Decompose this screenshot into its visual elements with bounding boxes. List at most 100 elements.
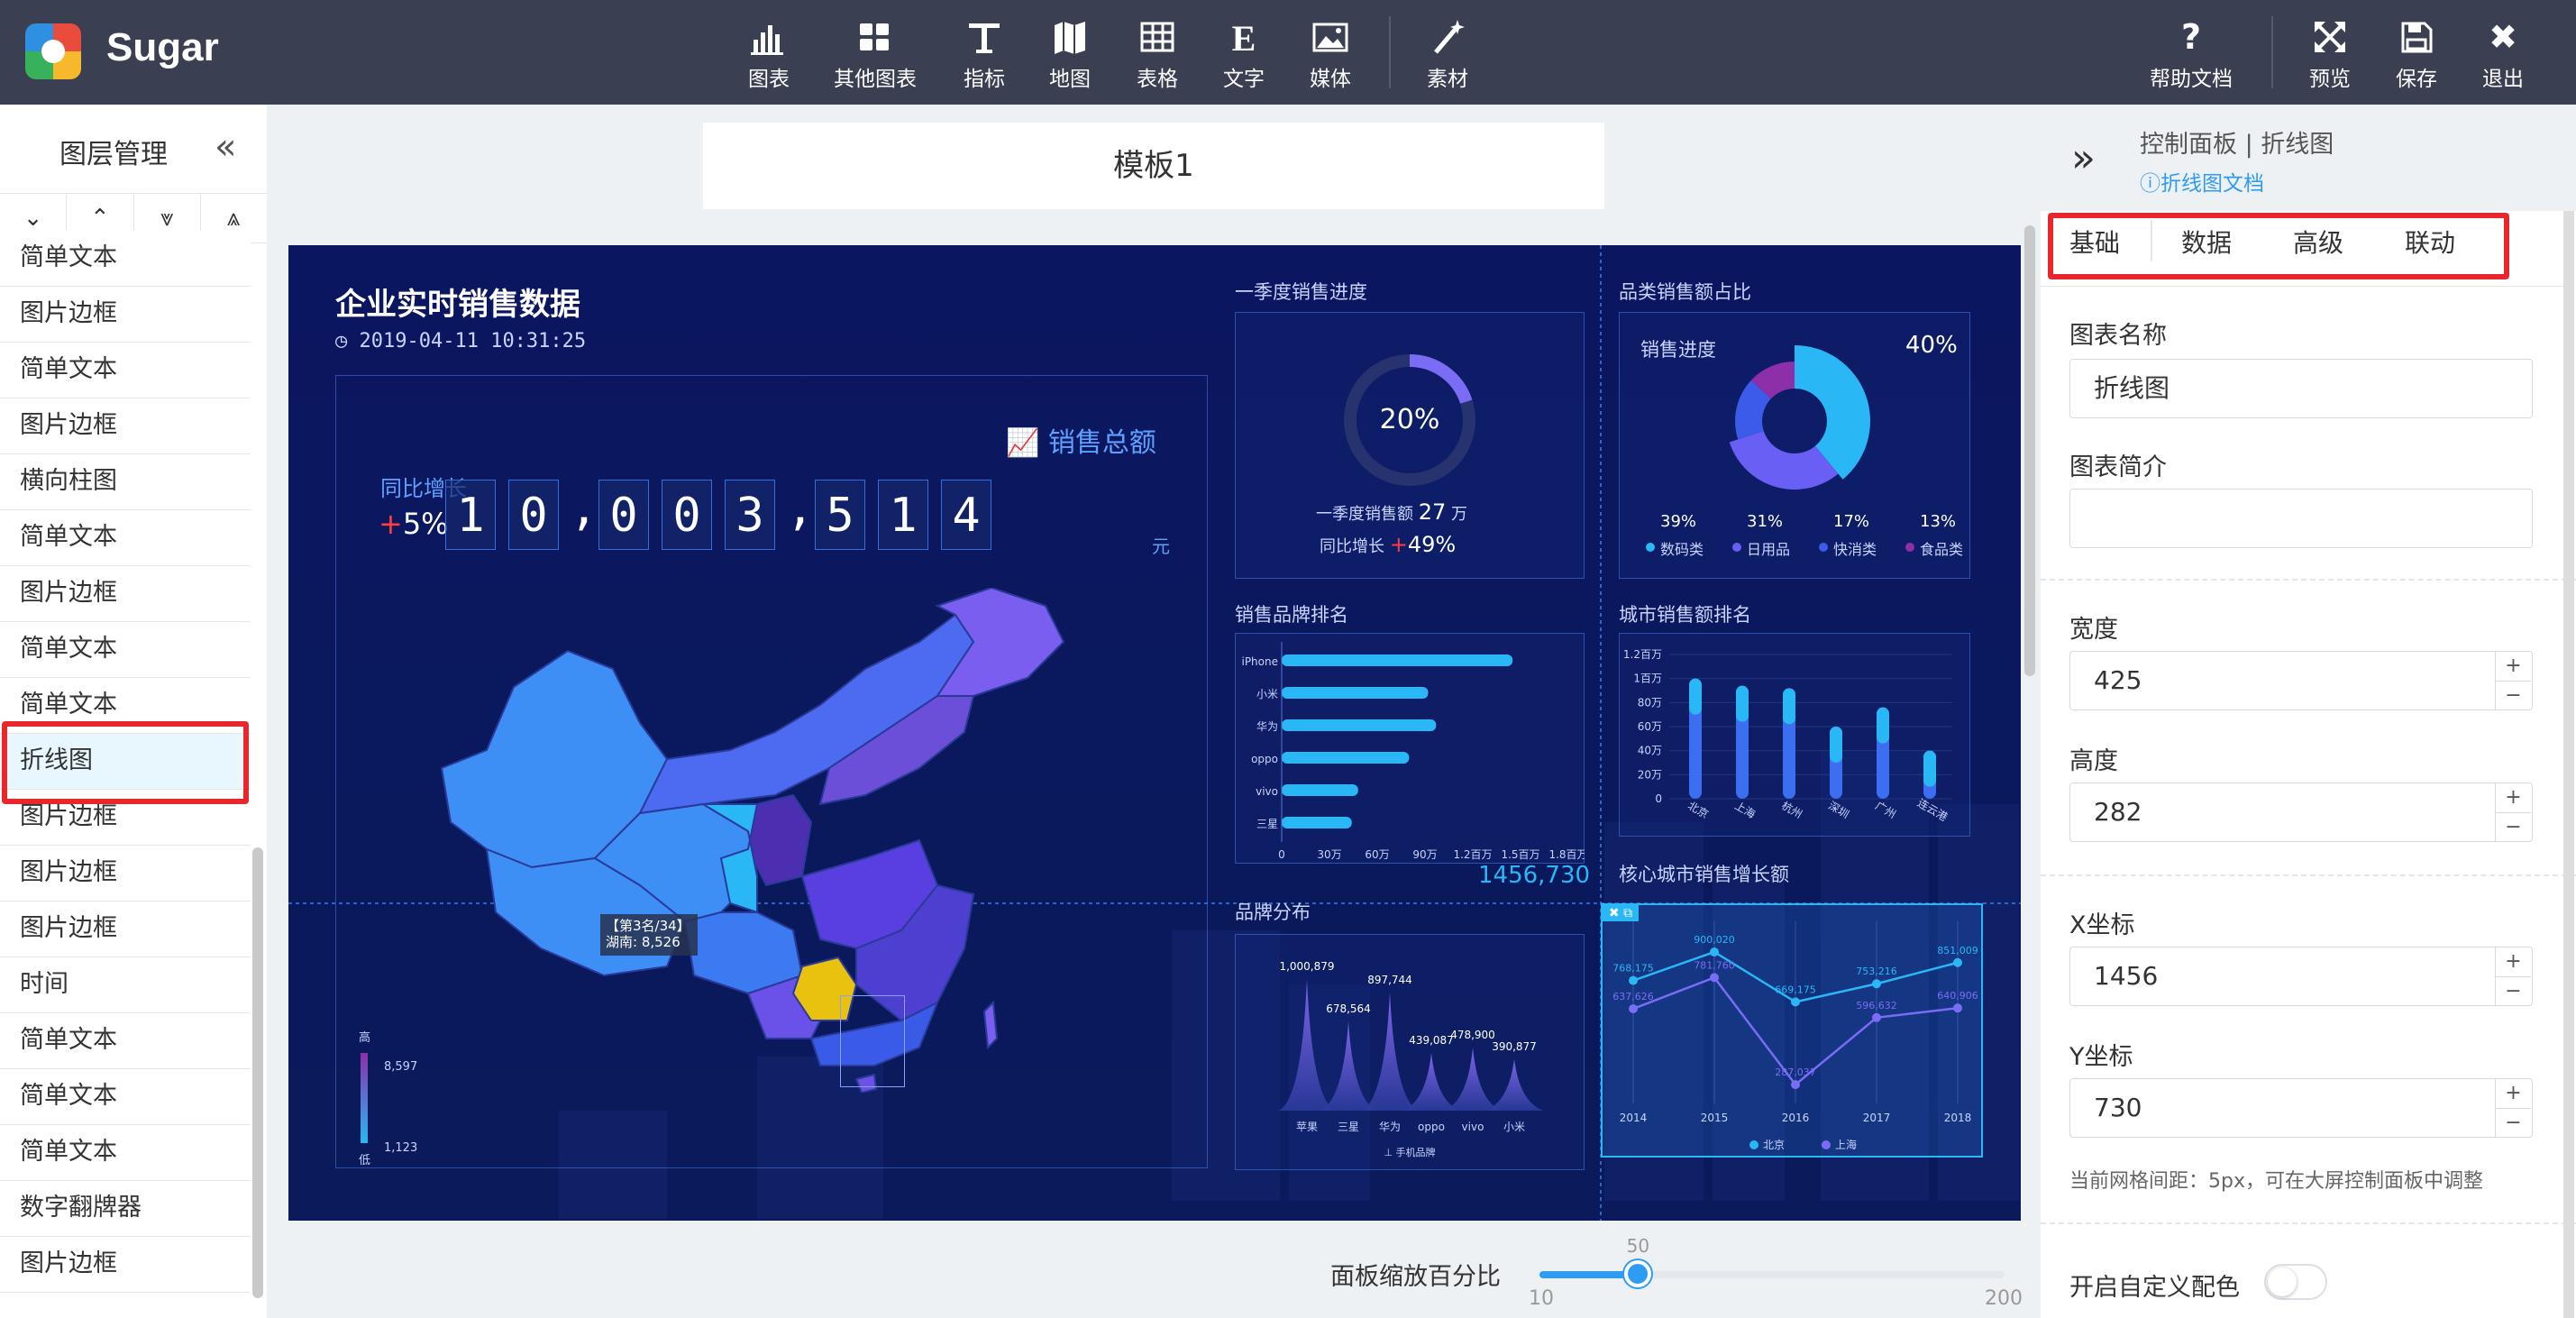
y-decrement[interactable]: − <box>2496 1108 2531 1137</box>
brand-rank-tick: 0 <box>1278 848 1285 861</box>
city-rank-tick: 60万 <box>1638 720 1662 733</box>
brand-dist-peak <box>1402 1052 1460 1111</box>
selected-layer-highlight <box>2 721 249 804</box>
chart-desc-input[interactable] <box>2069 489 2533 548</box>
brand-rank-tick: 90万 <box>1412 848 1437 861</box>
toolbar-text-label: 文字 <box>1223 68 1265 91</box>
x-increment[interactable]: + <box>2496 947 2531 976</box>
width-increment[interactable]: + <box>2496 652 2531 681</box>
template-title[interactable]: 模板1 <box>703 123 1604 209</box>
city-rank-bar-top <box>1689 678 1702 715</box>
layer-item[interactable]: 简单文本 <box>0 231 251 287</box>
brand-rank-tick: 60万 <box>1365 848 1389 861</box>
toolbar-text-button[interactable]: E 文字 <box>1194 16 1293 92</box>
layer-item[interactable]: 时间 <box>0 957 251 1013</box>
toolbar-chart-button[interactable]: 图表 <box>719 16 818 92</box>
layer-item[interactable]: 图片边框 <box>0 566 251 622</box>
width-decrement[interactable]: − <box>2496 681 2531 709</box>
layer-item[interactable]: 图片边框 <box>0 846 251 902</box>
height-decrement[interactable]: − <box>2496 812 2531 841</box>
chart-name-input[interactable]: 折线图 <box>2069 359 2533 418</box>
chart-doc-link[interactable]: ⓘ折线图文档 <box>2140 166 2264 197</box>
china-map[interactable] <box>433 588 1082 1093</box>
city-growth-chart: 2014 2015 2016 2017 2018 768,175 900,020 669,17… <box>1612 921 1978 1151</box>
brand-dist-peak <box>1444 1048 1502 1111</box>
toolbar-other-chart-button[interactable]: 其他图表 <box>826 16 925 92</box>
layer-item[interactable]: 图片边框 <box>0 902 251 957</box>
toolbar-table-button[interactable]: 表格 <box>1108 16 1207 92</box>
layer-item[interactable]: 数字翻牌器 <box>0 1181 251 1237</box>
layer-item[interactable]: 简单文本 <box>0 1125 251 1181</box>
brand-rank-label: vivo <box>1256 785 1278 798</box>
toolbar-material-button[interactable]: 素材 <box>1398 16 1497 92</box>
brand-rank-label: iPhone <box>1241 655 1278 668</box>
toolbar-exit-button[interactable]: ✖ 退出 <box>2453 16 2553 92</box>
city-rank-chart: 0 20万 40万 60万 80万 1百万 1.2百万北京 上海 杭州 深圳 广州 连云港 <box>1623 648 1952 824</box>
toolbar-preview-button[interactable]: 预览 <box>2280 16 2380 92</box>
yoy-sign: + <box>379 507 403 541</box>
brand-rank-bar <box>1282 752 1410 764</box>
collapse-right-icon[interactable]: » <box>2071 135 2096 181</box>
layer-item[interactable]: 简单文本 <box>0 1069 251 1125</box>
y-coord-stepper[interactable]: + − <box>2495 1079 2531 1137</box>
x-coord-stepper[interactable]: + − <box>2495 947 2531 1005</box>
height-input[interactable]: 282 <box>2069 783 2533 842</box>
line-data-label: 768,175 <box>1612 963 1654 975</box>
layer-item[interactable]: 图片边框 <box>0 287 251 343</box>
y-coord-input[interactable]: 730 <box>2069 1078 2533 1138</box>
zoom-min: 10 <box>1529 1287 1554 1310</box>
help-circle-icon: ⓘ <box>2140 172 2160 196</box>
custom-color-toggle[interactable] <box>2264 1264 2327 1300</box>
width-stepper[interactable]: + − <box>2495 652 2531 709</box>
layer-item[interactable]: 简单文本 <box>0 1293 251 1305</box>
layer-list-scrollbar[interactable] <box>252 847 263 1298</box>
city-rank-label: 连云港 <box>1915 796 1950 824</box>
layer-item[interactable]: 图片边框 <box>0 1237 251 1293</box>
toolbar-separator <box>1389 16 1391 88</box>
line-point <box>1872 979 1881 989</box>
canvas-scrollbar[interactable] <box>2024 225 2035 676</box>
layer-item[interactable]: 简单文本 <box>0 510 251 566</box>
top-toolbar: Sugar 图表 其他图表 指标 地图 表格 E 文字 媒体 素材 ? 帮助文档… <box>0 0 2576 105</box>
toolbar-media-button[interactable]: 媒体 <box>1281 16 1380 92</box>
legend-dot <box>1905 543 1914 552</box>
x-coord-input[interactable]: 1456 <box>2069 947 2533 1006</box>
x-decrement[interactable]: − <box>2496 976 2531 1005</box>
brand-rank-tick: 1.2百万 <box>1453 848 1492 861</box>
toolbar-exit-label: 退出 <box>2482 68 2524 91</box>
brand-dist-value: 390,877 <box>1492 1040 1537 1053</box>
layer-item[interactable]: 横向柱图 <box>0 454 251 510</box>
layer-item[interactable]: 图片边框 <box>0 398 251 454</box>
layer-item[interactable]: 简单文本 <box>0 343 251 398</box>
help-icon: ? <box>2180 17 2202 57</box>
total-sales-title: 📈 销售总额 <box>1006 420 1156 460</box>
toolbar-map-button[interactable]: 地图 <box>1020 16 1119 92</box>
sugar-logo-icon <box>25 23 81 79</box>
brand-dist-legend: ⊥ 手机品牌 <box>1384 1146 1435 1158</box>
line-legend-name: 北京 <box>1763 1139 1785 1151</box>
height-stepper[interactable]: + − <box>2495 783 2531 841</box>
line-data-label: 753,216 <box>1856 966 1897 977</box>
height-increment[interactable]: + <box>2496 783 2531 812</box>
layer-item[interactable]: 简单文本 <box>0 1013 251 1069</box>
toolbar-help-button[interactable]: ? 帮助文档 <box>2142 16 2241 92</box>
toolbar-save-button[interactable]: 保存 <box>2367 16 2466 92</box>
zoom-slider-thumb[interactable] <box>1623 1260 1651 1287</box>
collapse-left-icon[interactable]: « <box>215 126 236 168</box>
q1-yoy-row: 同比增长 +49% <box>1320 532 1456 557</box>
category-inner-label: 销售进度 <box>1640 339 1716 361</box>
category-title: 品类销售额占比 <box>1619 281 1751 303</box>
brand-rank-label: 小米 <box>1256 688 1278 700</box>
control-panel-scrollbar[interactable] <box>2563 211 2574 1318</box>
toolbar-indicator-button[interactable]: 指标 <box>935 16 1034 92</box>
bar-chart-icon <box>751 25 783 55</box>
total-sales-comma: , <box>786 481 815 535</box>
y-increment[interactable]: + <box>2496 1079 2531 1108</box>
city-rank-tick: 1百万 <box>1633 673 1662 685</box>
line-x-tick: 2018 <box>1944 1112 1972 1124</box>
layer-item[interactable]: 简单文本 <box>0 622 251 678</box>
height-label: 高度 <box>2069 747 2118 775</box>
total-sales-digit: 1 <box>878 480 928 550</box>
city-rank-title: 城市销售额排名 <box>1619 604 1751 626</box>
width-input[interactable]: 425 <box>2069 651 2533 710</box>
